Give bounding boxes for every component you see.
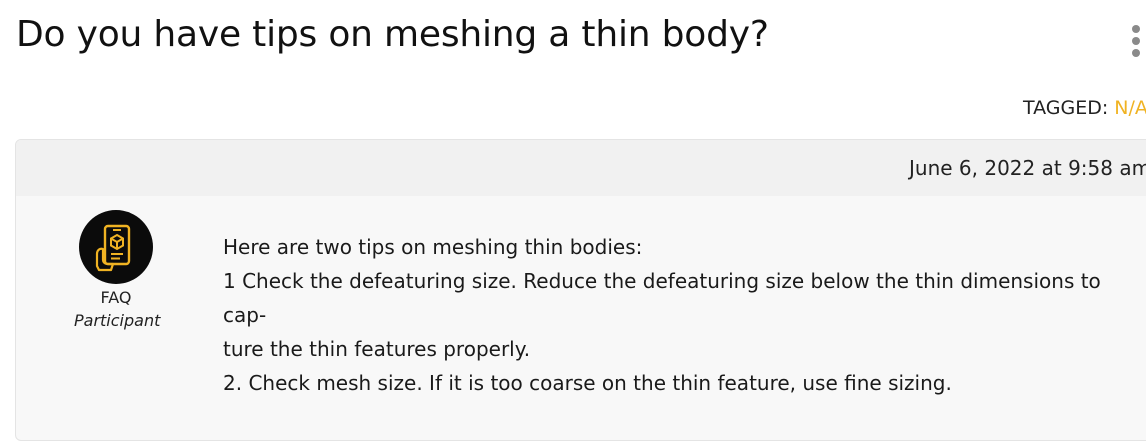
post-author: FAQ Participant bbox=[74, 210, 161, 330]
avatar[interactable] bbox=[79, 210, 153, 284]
post-paragraph: 2. Check mesh size. If it is too coarse … bbox=[223, 371, 952, 395]
author-role: Participant bbox=[74, 311, 161, 330]
post-body: Here are two tips on meshing thin bodies… bbox=[223, 230, 1123, 400]
tags-row: TAGGED: N/A bbox=[1023, 97, 1146, 119]
page-title: Do you have tips on meshing a thin body? bbox=[16, 14, 769, 55]
author-name[interactable]: FAQ bbox=[74, 288, 158, 307]
more-options-button[interactable] bbox=[1128, 25, 1144, 61]
tags-value-link[interactable]: N/A bbox=[1114, 97, 1146, 119]
more-options-dot bbox=[1132, 37, 1140, 45]
post-card: June 6, 2022 at 9:58 am FAQ Participant … bbox=[15, 139, 1146, 441]
more-options-icon bbox=[1132, 25, 1140, 33]
post-paragraph: ture the thin features properly. bbox=[223, 337, 531, 361]
post-paragraph: 1 Check the defeaturing size. Reduce the… bbox=[223, 269, 1101, 327]
post-date: June 6, 2022 at 9:58 am bbox=[909, 156, 1146, 180]
post-header: June 6, 2022 at 9:58 am bbox=[16, 140, 1146, 196]
phone-cube-icon bbox=[95, 224, 131, 272]
more-options-dot bbox=[1132, 49, 1140, 57]
tags-label: TAGGED: bbox=[1023, 97, 1109, 119]
post-paragraph: Here are two tips on meshing thin bodies… bbox=[223, 235, 643, 259]
